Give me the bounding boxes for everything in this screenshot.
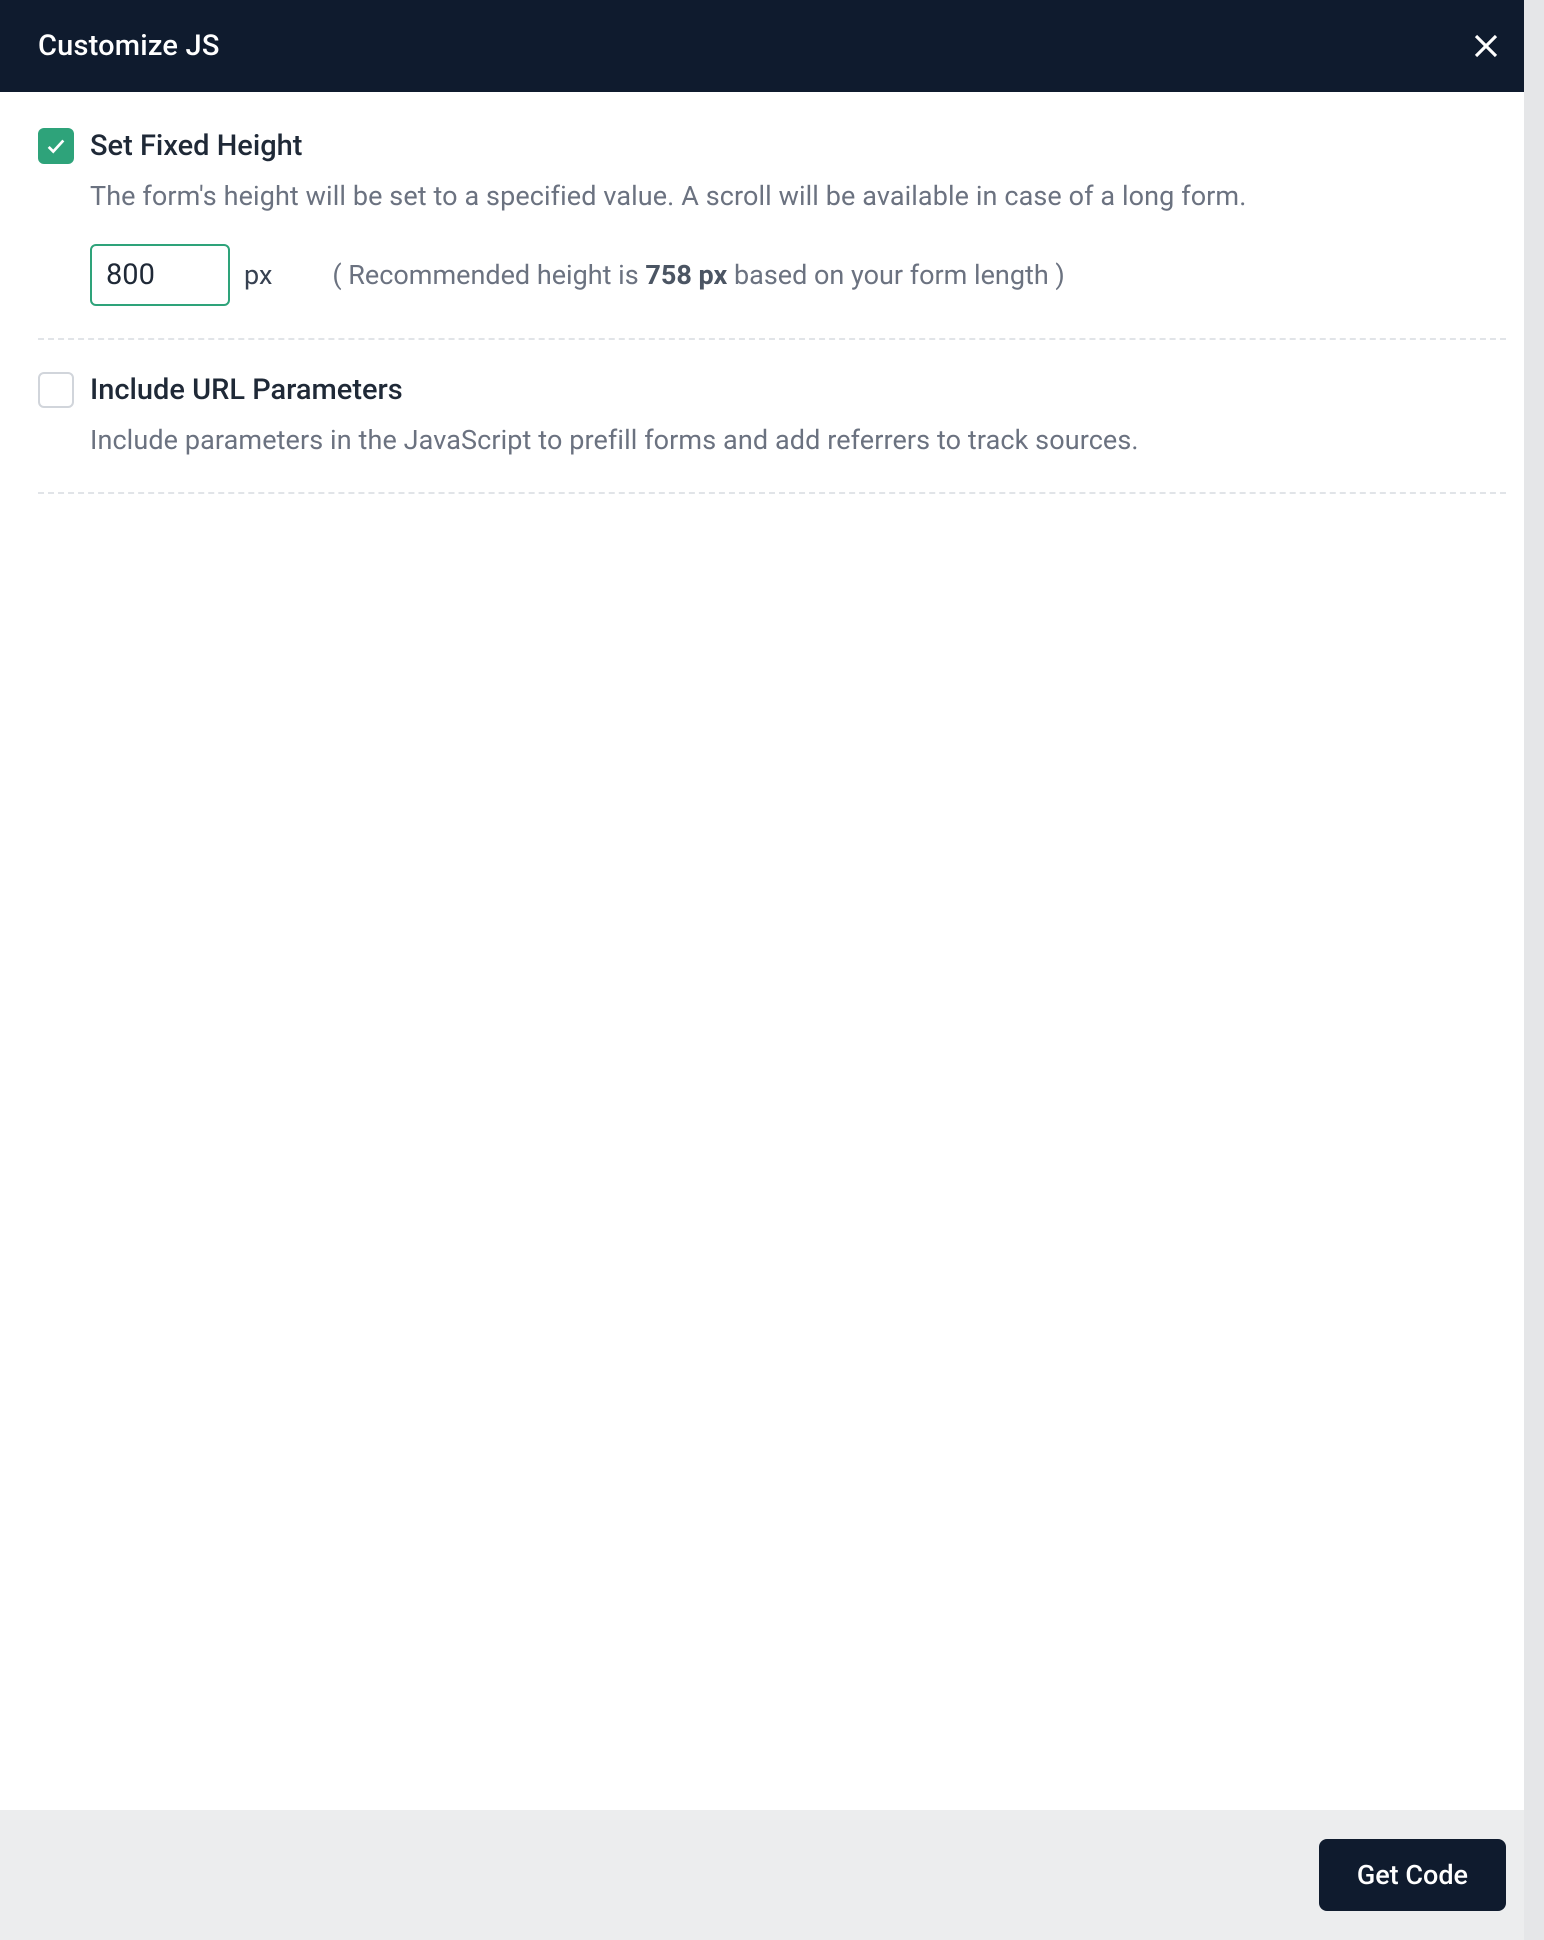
close-button[interactable]	[1466, 26, 1506, 66]
option-header: Set Fixed Height	[38, 128, 1506, 164]
url-params-description: Include parameters in the JavaScript to …	[90, 422, 1506, 460]
modal-content: Set Fixed Height The form's height will …	[0, 92, 1544, 1810]
rec-prefix: ( Recommended height is	[332, 259, 645, 291]
height-input[interactable]	[90, 244, 230, 306]
rec-suffix: based on your form length )	[727, 259, 1065, 291]
modal-footer: Get Code	[0, 1810, 1544, 1940]
modal-header: Customize JS	[0, 0, 1544, 92]
get-code-button[interactable]: Get Code	[1319, 1839, 1506, 1911]
fixed-height-description: The form's height will be set to a speci…	[90, 178, 1506, 216]
url-params-title: Include URL Parameters	[90, 373, 403, 407]
close-icon	[1471, 31, 1501, 61]
url-params-checkbox[interactable]	[38, 372, 74, 408]
unit-label: px	[244, 259, 272, 291]
option-fixed-height: Set Fixed Height The form's height will …	[38, 128, 1506, 340]
option-header: Include URL Parameters	[38, 372, 1506, 408]
height-input-row: px ( Recommended height is 758 px based …	[90, 244, 1506, 306]
rec-value: 758 px	[645, 259, 727, 291]
modal-title: Customize JS	[38, 29, 220, 63]
fixed-height-title: Set Fixed Height	[90, 129, 302, 163]
fixed-height-checkbox[interactable]	[38, 128, 74, 164]
height-recommendation: ( Recommended height is 758 px based on …	[332, 259, 1064, 291]
scrollbar-track[interactable]	[1524, 0, 1544, 1940]
customize-js-modal: Customize JS Set Fixed Height The form's…	[0, 0, 1544, 1940]
checkmark-icon	[45, 135, 67, 157]
option-url-params: Include URL Parameters Include parameter…	[38, 372, 1506, 494]
